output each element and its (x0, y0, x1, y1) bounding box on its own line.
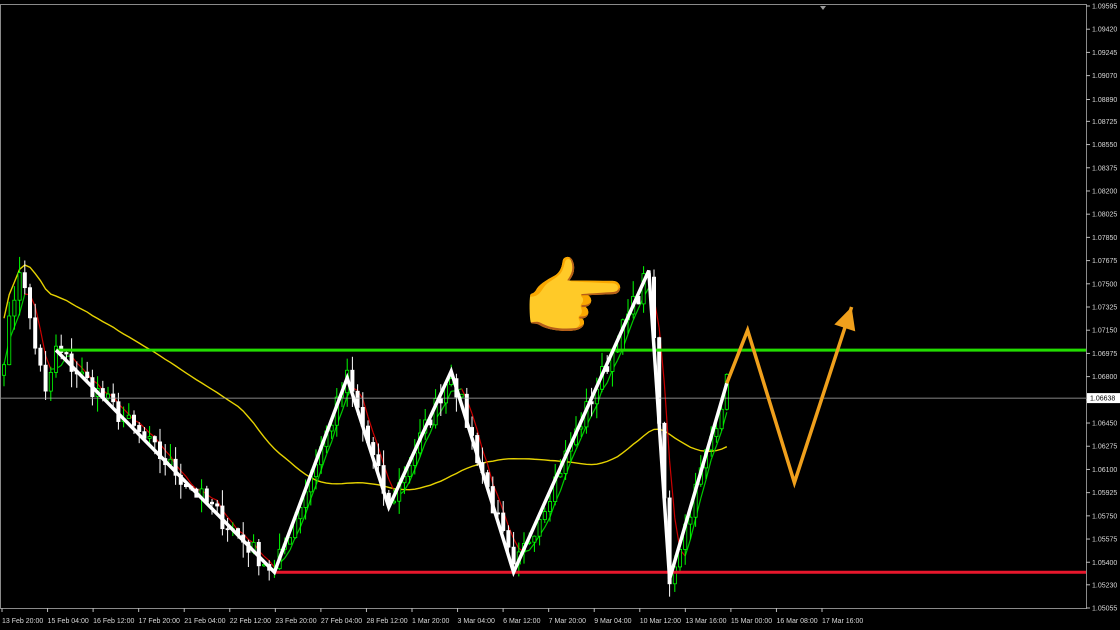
y-tick-label: 1.06975 (1092, 351, 1117, 358)
candle-body (85, 371, 90, 379)
candle-body (376, 454, 381, 466)
candle-body (152, 436, 157, 443)
candle-body (501, 512, 506, 531)
y-tick-label: 1.09420 (1092, 27, 1117, 34)
candle-body (548, 501, 553, 512)
y-tick-label: 1.06275 (1092, 444, 1117, 451)
x-tick-label: 16 Feb 12:00 (93, 618, 134, 625)
candle-body (215, 503, 220, 507)
candle-body (209, 501, 214, 505)
x-tick-label: 15 Feb 04:00 (48, 618, 89, 625)
x-tick-label: 6 Mar 12:00 (503, 618, 540, 625)
y-tick-label: 1.05750 (1092, 513, 1117, 520)
y-tick-label: 1.09595 (1092, 4, 1117, 11)
candle-body (542, 511, 547, 520)
x-tick-label: 21 Feb 04:00 (184, 618, 225, 625)
x-tick-label: 22 Feb 12:00 (230, 618, 271, 625)
candle-body (12, 299, 17, 317)
candle-body (33, 317, 38, 349)
candle-body (17, 272, 22, 301)
y-tick-label: 1.08025 (1092, 212, 1117, 219)
x-tick-label: 17 Mar 16:00 (822, 618, 863, 625)
candle-body (137, 425, 142, 433)
x-tick-label: 28 Feb 12:00 (366, 618, 407, 625)
candle-body (7, 315, 12, 366)
y-tick-label: 1.05925 (1092, 490, 1117, 497)
x-tick-label: 13 Feb 20:00 (2, 618, 43, 625)
x-tick-label: 27 Feb 04:00 (321, 618, 362, 625)
y-tick-label: 1.07150 (1092, 328, 1117, 335)
y-tick-label: 1.08550 (1092, 142, 1117, 149)
y-tick-label: 1.07675 (1092, 258, 1117, 265)
candle-body (719, 408, 724, 430)
candle-body (225, 528, 230, 531)
y-tick-label: 1.08375 (1092, 165, 1117, 172)
x-tick-label: 7 Mar 20:00 (549, 618, 586, 625)
x-tick-label: 1 Mar 20:00 (412, 618, 449, 625)
candle-body (64, 352, 69, 355)
x-tick-label: 23 Feb 20:00 (275, 618, 316, 625)
pointing-hand-icon: 👉 (520, 249, 627, 349)
candle-body (287, 537, 292, 545)
candle-body (511, 546, 516, 565)
candle-body (131, 414, 136, 426)
candle-body (27, 287, 32, 319)
y-tick-label: 1.05230 (1092, 582, 1117, 589)
x-tick-label: 3 Mar 04:00 (458, 618, 495, 625)
x-tick-label: 17 Feb 20:00 (139, 618, 180, 625)
y-tick-label: 1.08725 (1092, 119, 1117, 126)
x-tick-label: 13 Mar 16:00 (685, 618, 726, 625)
y-tick-label: 1.05055 (1092, 606, 1117, 613)
candle-body (106, 393, 111, 399)
y-tick-label: 1.06100 (1092, 467, 1117, 474)
candle-body (714, 428, 719, 438)
y-tick-label: 1.07325 (1092, 305, 1117, 312)
y-tick-label: 1.05400 (1092, 560, 1117, 567)
candle-body (537, 519, 542, 537)
candle-body (506, 530, 511, 548)
candle-body (2, 364, 7, 376)
current-price-label: 1.06638 (1090, 396, 1115, 403)
y-tick-label: 1.07850 (1092, 235, 1117, 242)
x-tick-label: 10 Mar 12:00 (640, 618, 681, 625)
candle-body (532, 535, 537, 543)
price-chart: 1.09595 1.09420 1.09245 1.09070 1.08890 1.087… (0, 0, 1120, 630)
y-tick-label: 1.08890 (1092, 97, 1117, 104)
y-tick-label: 1.09245 (1092, 50, 1117, 57)
candle-body (147, 436, 152, 439)
y-tick-label: 1.07500 (1092, 281, 1117, 288)
y-tick-label: 1.08200 (1092, 188, 1117, 195)
candle-body (688, 516, 693, 525)
candle-body (48, 371, 53, 392)
candle-body (43, 364, 48, 392)
x-tick-label: 15 Mar 00:00 (731, 618, 772, 625)
y-tick-label: 1.06800 (1092, 374, 1117, 381)
x-tick-label: 16 Mar 08:00 (776, 618, 817, 625)
candle-body (38, 347, 43, 366)
candle-body (126, 414, 131, 419)
y-tick-label: 1.06450 (1092, 421, 1117, 428)
y-tick-label: 1.05575 (1092, 537, 1117, 544)
candle-body (22, 272, 27, 289)
x-tick-label: 9 Mar 04:00 (594, 618, 631, 625)
y-tick-label: 1.09070 (1092, 73, 1117, 80)
